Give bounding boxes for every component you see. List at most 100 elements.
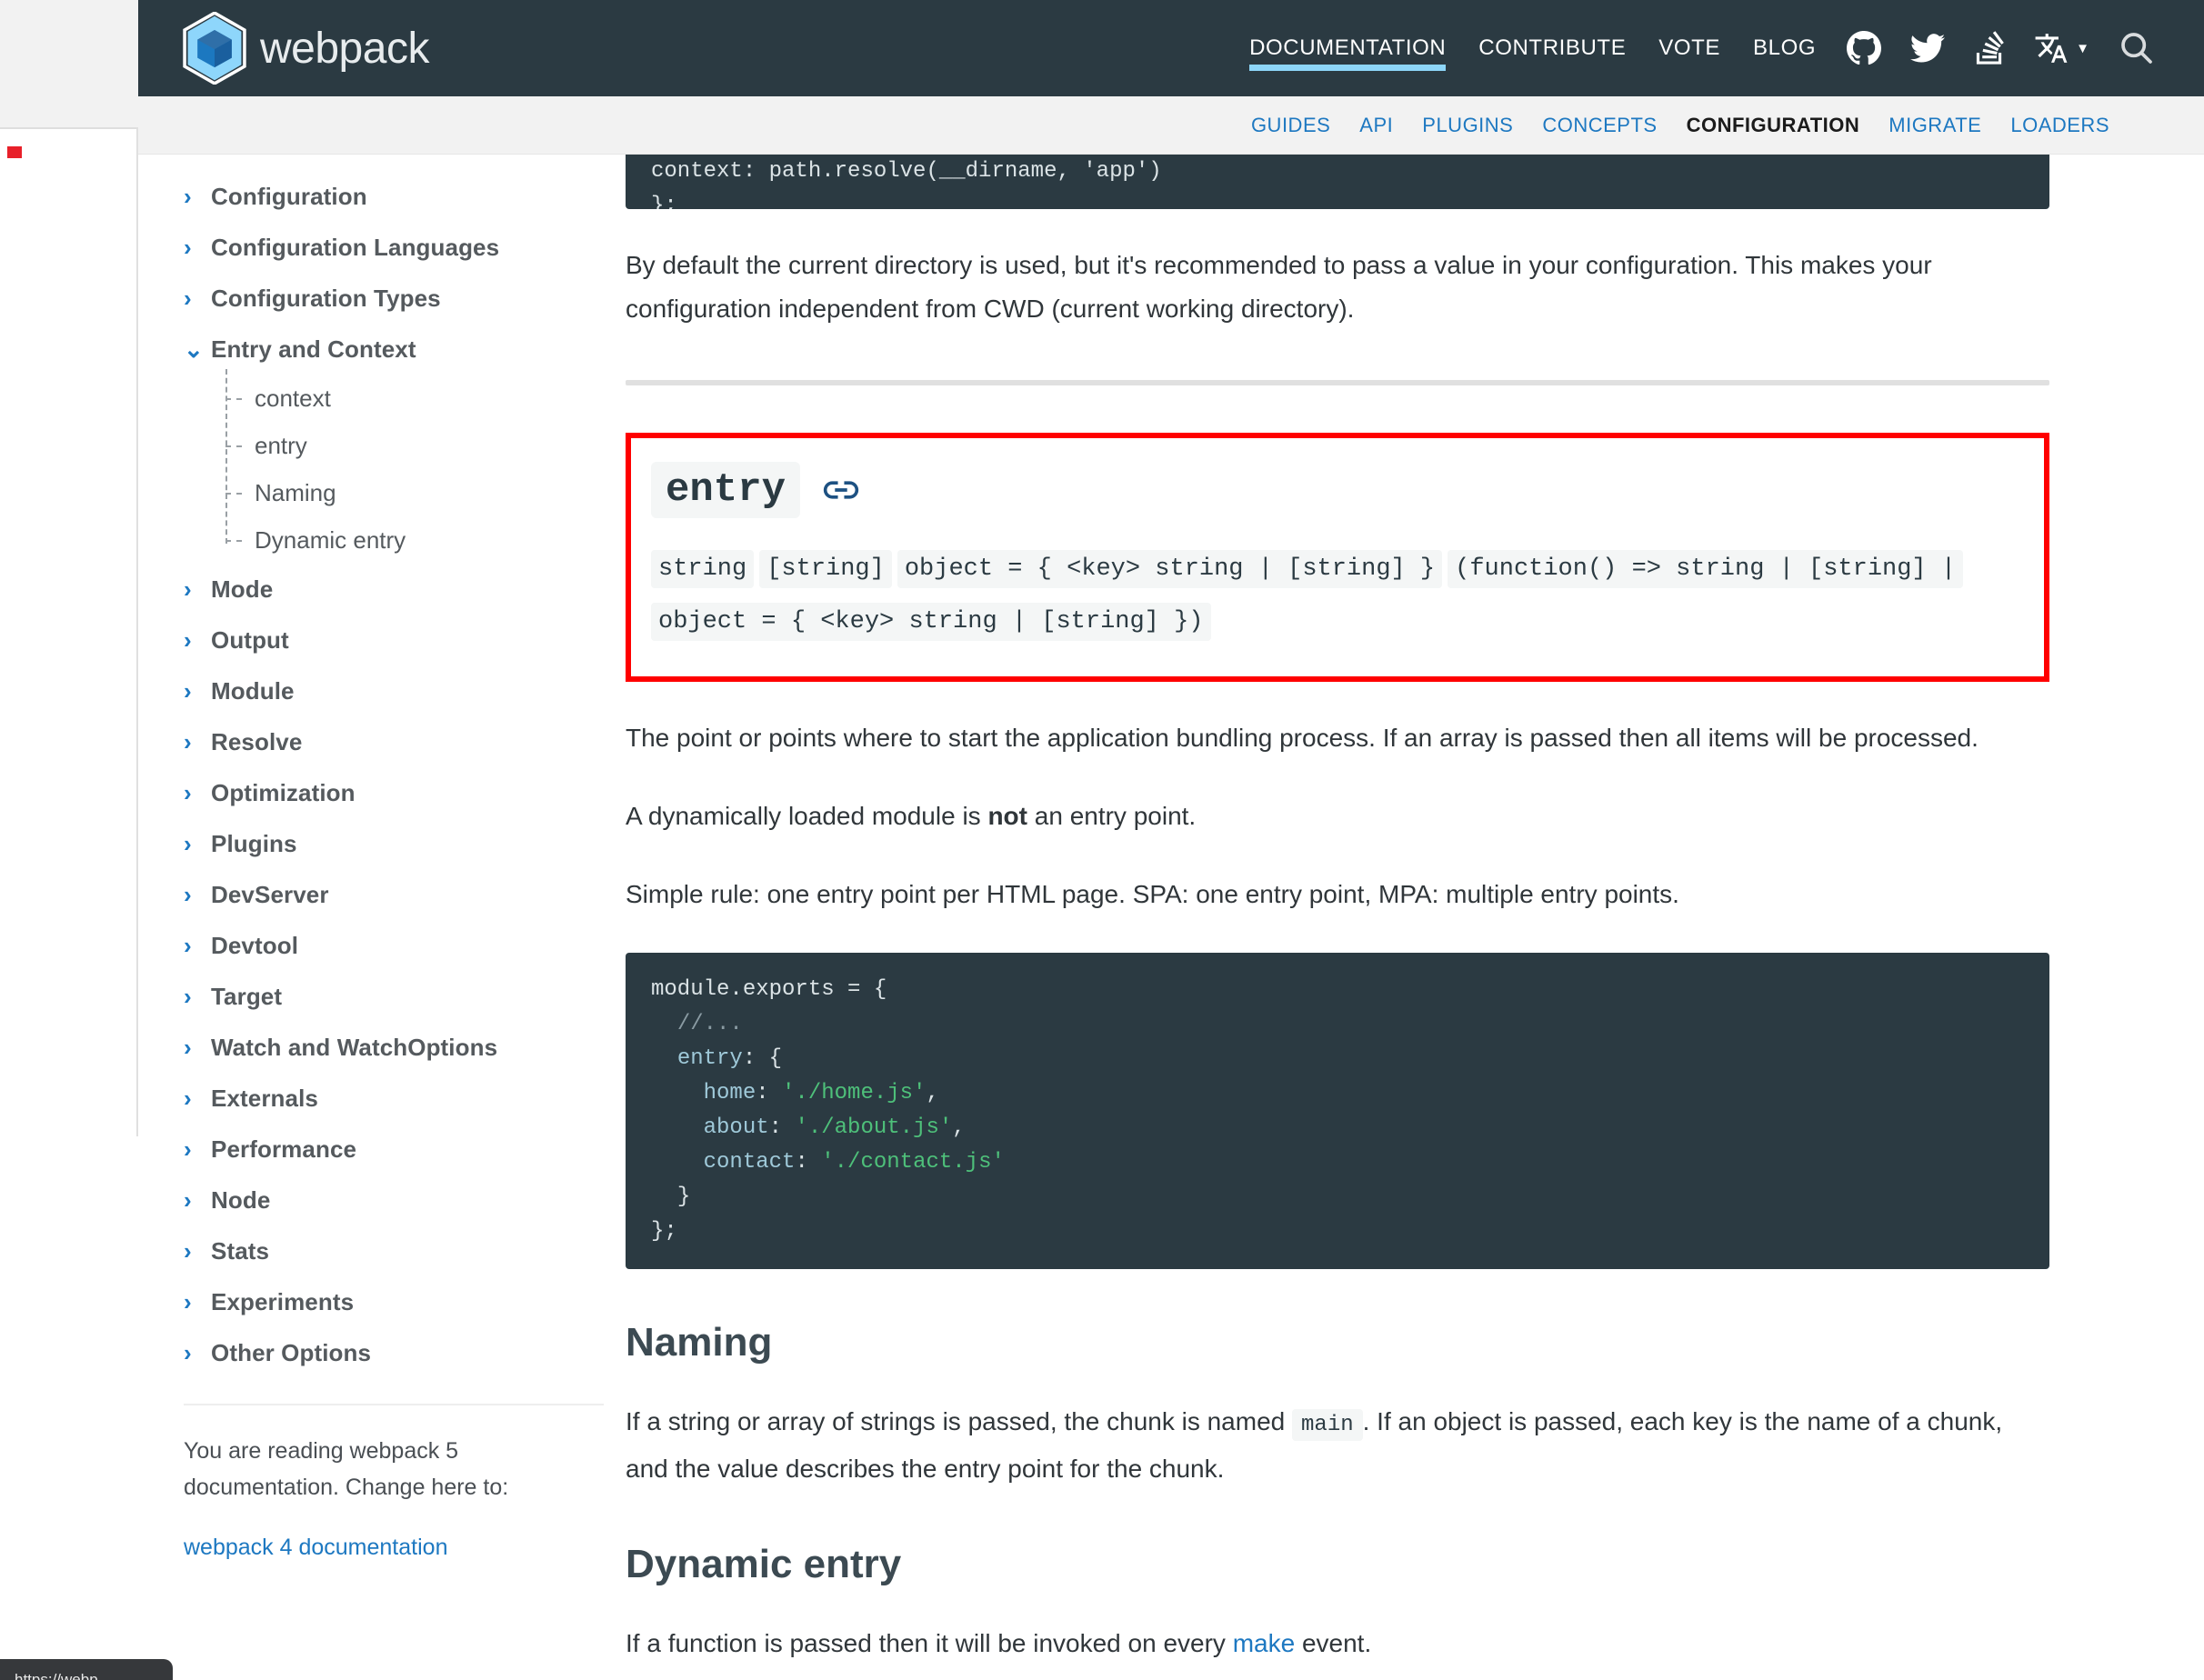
version-note: You are reading webpack 5 documentation.… [184, 1438, 509, 1500]
sidebar-item-label: Experiments [211, 1287, 355, 1315]
main-content: context: path.resolve(__dirname, 'app') … [566, 155, 2204, 1665]
sidebar-item-label: Mode [211, 575, 274, 603]
chevron-right-icon: › [184, 880, 192, 908]
page-body: › Configuration › Configuration Language… [138, 155, 2204, 1665]
sidebar-item-label: Target [211, 982, 283, 1010]
sidebar-item-output[interactable]: › Output [184, 615, 547, 665]
paragraph-context-default: By default the current directory is used… [626, 251, 1932, 323]
chevron-right-icon: › [184, 1084, 192, 1112]
subnav-migrate[interactable]: MIGRATE [1874, 114, 1996, 137]
link-icon[interactable] [820, 469, 862, 511]
sidebar-subitem-label: Dynamic entry [255, 525, 406, 554]
site-header: webpack DOCUMENTATION CONTRIBUTE VOTE BL… [138, 0, 2204, 96]
subnav-loaders[interactable]: LOADERS [1996, 114, 2124, 137]
code-key-home: home [703, 1081, 756, 1105]
twitter-icon[interactable] [1896, 0, 1959, 96]
brand[interactable]: webpack [182, 12, 429, 85]
code-line-7: } [676, 1185, 691, 1209]
search-icon[interactable] [2104, 0, 2169, 96]
naming-heading: Naming [626, 1320, 773, 1365]
code-key-entry: entry [676, 1046, 743, 1071]
sidebar-item-optimization[interactable]: › Optimization [184, 767, 547, 818]
sidebar-item-stats[interactable]: › Stats [184, 1225, 547, 1276]
chevron-right-icon: › [184, 575, 192, 603]
chevron-right-icon: › [184, 1033, 192, 1061]
sidebar-item-experiments[interactable]: › Experiments [184, 1276, 547, 1327]
subnav-concepts[interactable]: CONCEPTS [1528, 114, 1671, 137]
code-block-entry-example: module.exports = { //... entry: { home: … [626, 953, 2049, 1269]
entry-type-badges: string [string] object = { <key> string | … [651, 545, 2024, 651]
chevron-right-icon: › [184, 982, 192, 1010]
sidebar-item-mode[interactable]: › Mode [184, 564, 547, 615]
sidebar-subitem-label: context [255, 384, 331, 412]
sidebar-subitem-context[interactable]: context [224, 375, 547, 422]
sidebar-item-resolve[interactable]: › Resolve [184, 716, 547, 767]
sidebar-item-target[interactable]: › Target [184, 971, 547, 1022]
nav-vote[interactable]: VOTE [1642, 0, 1737, 96]
sidebar-subitems: context entry Naming Dynamic entry [224, 369, 547, 564]
sidebar-item-other-options[interactable]: › Other Options [184, 1327, 547, 1378]
sidebar-item-devserver[interactable]: › DevServer [184, 869, 547, 920]
sidebar-item-configuration[interactable]: › Configuration [184, 171, 547, 222]
type-badge: string [651, 550, 755, 588]
code-line-comment: //... [676, 1012, 743, 1036]
brand-name: webpack [260, 24, 429, 73]
background-page-sliver: id s o ith k [0, 0, 138, 1680]
type-badge: object = { <key> string | [string] } [897, 550, 1443, 588]
chevron-down-icon: ⌄ [184, 335, 204, 363]
text-pre: A dynamically loaded module is [626, 802, 988, 830]
github-icon[interactable] [1832, 0, 1896, 96]
sidebar-item-devtool[interactable]: › Devtool [184, 920, 547, 971]
chevron-right-icon: › [184, 727, 192, 755]
nav-documentation[interactable]: DOCUMENTATION [1233, 0, 1462, 96]
stack-overflow-icon[interactable] [1959, 0, 2019, 96]
background-page-logo-dot [7, 146, 22, 158]
sidebar-item-performance[interactable]: › Performance [184, 1124, 547, 1175]
sidebar-item-label: Output [211, 625, 289, 654]
sidebar-item-node[interactable]: › Node [184, 1175, 547, 1225]
primary-nav: DOCUMENTATION CONTRIBUTE VOTE BLOG ▼ [1233, 0, 2169, 96]
sidebar-item-label: Externals [211, 1084, 318, 1112]
chevron-right-icon: › [184, 1236, 192, 1265]
sidebar-item-configuration-languages[interactable]: › Configuration Languages [184, 222, 547, 273]
text-bold-not: not [987, 802, 1027, 830]
link-preview-status-bubble: https://webp [0, 1659, 173, 1680]
code-line-partial: context: path.resolve(__dirname, 'app') [651, 159, 1162, 184]
subnav-plugins[interactable]: PLUGINS [1408, 114, 1528, 137]
sidebar-item-externals[interactable]: › Externals [184, 1073, 547, 1124]
nav-blog[interactable]: BLOG [1737, 0, 1832, 96]
sidebar-subitem-label: Naming [255, 478, 336, 506]
sidebar-subitem-dynamic-entry[interactable]: Dynamic entry [224, 516, 547, 564]
webpack-docs-app: webpack DOCUMENTATION CONTRIBUTE VOTE BL… [138, 0, 2204, 1680]
webpack-4-docs-link[interactable]: webpack 4 documentation [184, 1535, 547, 1561]
type-badge: [string] [759, 550, 892, 588]
translate-icon[interactable]: ▼ [2019, 0, 2104, 96]
section-divider [626, 380, 2049, 385]
sidebar-item-label: Plugins [211, 829, 297, 857]
sidebar-item-module[interactable]: › Module [184, 665, 547, 716]
code-key-contact: contact [703, 1150, 796, 1175]
entry-section-highlight: entry string [string] object = { <key> str… [626, 433, 2049, 682]
make-event-link[interactable]: make [1233, 1629, 1295, 1657]
subnav-api[interactable]: API [1345, 114, 1408, 137]
code-block-context-partial: context: path.resolve(__dirname, 'app') … [626, 155, 2049, 209]
sidebar-item-entry-and-context[interactable]: ⌄ Entry and Context [184, 324, 547, 375]
page-root: id s o ith k webpack [0, 0, 2204, 1680]
sidebar-item-plugins[interactable]: › Plugins [184, 818, 547, 869]
sidebar-item-label: Watch and WatchOptions [211, 1033, 498, 1061]
chevron-right-icon: › [184, 1287, 192, 1315]
entry-heading: entry [651, 462, 801, 518]
sidebar-item-label: Module [211, 676, 295, 705]
sidebar-subitem-naming[interactable]: Naming [224, 469, 547, 516]
text-pre: If a function is passed then it will be … [626, 1629, 1233, 1657]
subnav-guides[interactable]: GUIDES [1237, 114, 1345, 137]
sidebar-item-configuration-types[interactable]: › Configuration Types [184, 273, 547, 324]
nav-contribute[interactable]: CONTRIBUTE [1462, 0, 1642, 96]
webpack-logo-icon [182, 12, 247, 85]
sidebar-subitem-label: entry [255, 431, 307, 459]
sidebar-subitem-entry[interactable]: entry [224, 422, 547, 469]
subnav-configuration[interactable]: CONFIGURATION [1672, 114, 1875, 137]
code-line-1: module.exports = { [651, 977, 887, 1002]
sidebar-item-watch-and-watchoptions[interactable]: › Watch and WatchOptions [184, 1022, 547, 1073]
sidebar-nav: › Configuration › Configuration Language… [138, 155, 604, 1665]
